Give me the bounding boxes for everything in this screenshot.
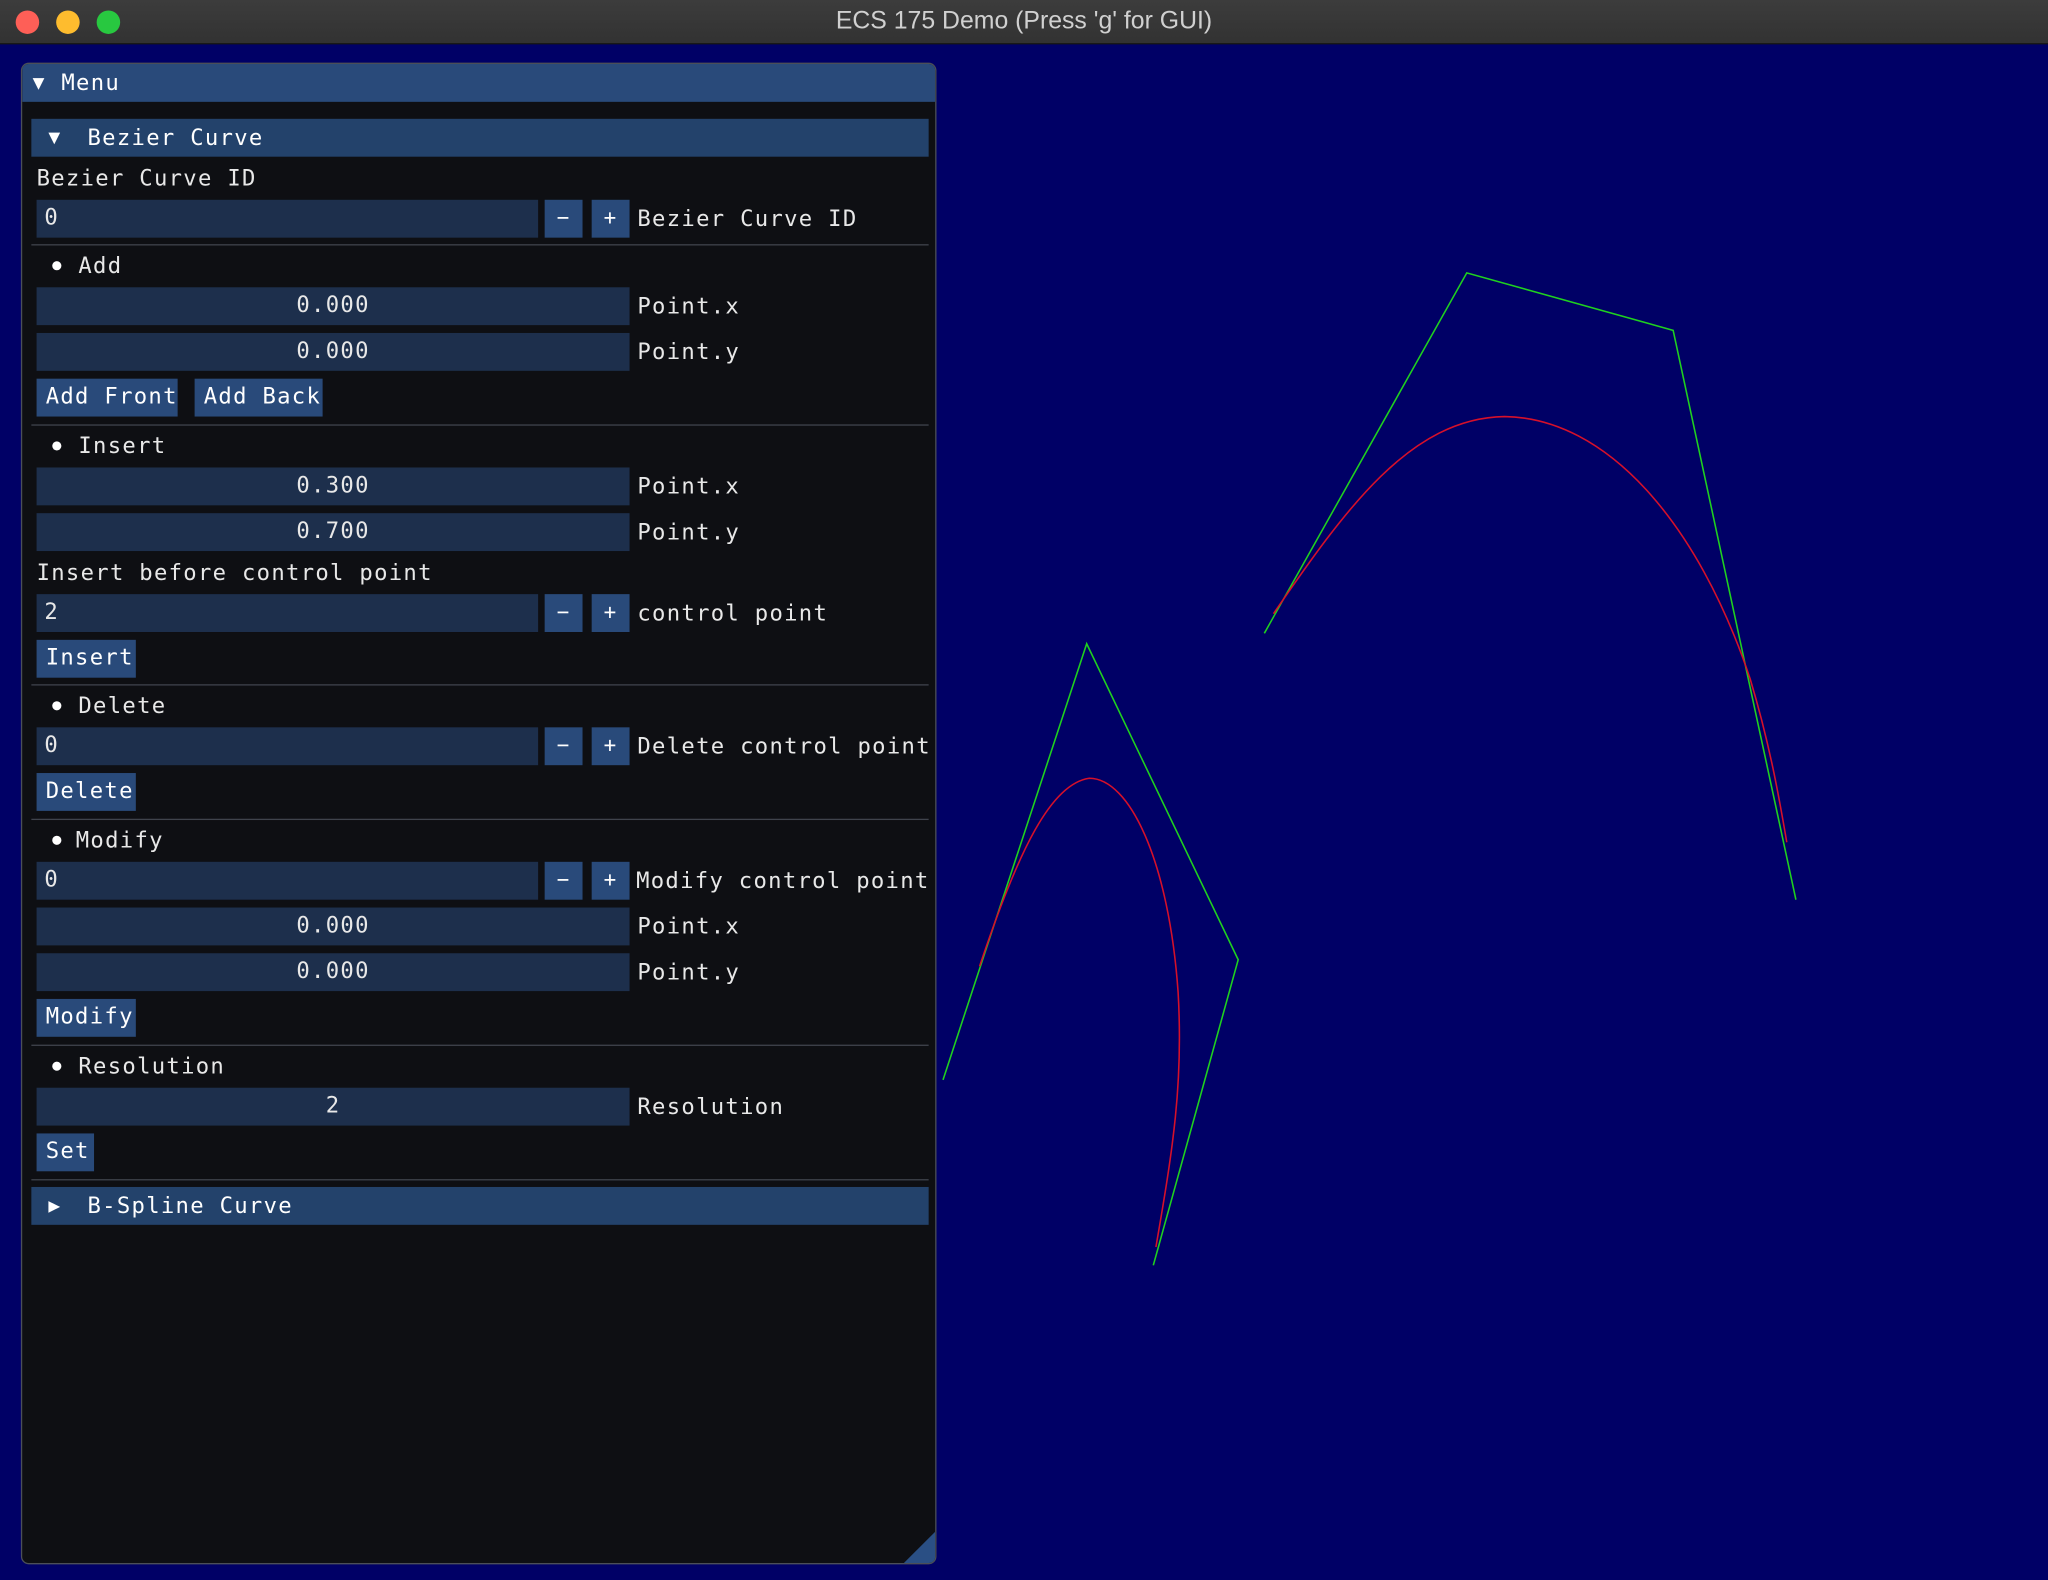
delete-cp-increment-button[interactable]: + [591, 727, 630, 766]
menu-title-bar[interactable]: ▼ Menu [22, 63, 936, 102]
control-polygon-1 [942, 641, 1240, 1266]
modify-control-point-label: Modify control point [636, 868, 930, 895]
resolution-label: Resolution [637, 1094, 785, 1121]
delete-button[interactable]: Delete [36, 773, 136, 811]
resolution-heading: Resolution [78, 1053, 226, 1080]
separator [31, 1179, 929, 1181]
window-title: ECS 175 Demo (Press 'g' for GUI) [835, 7, 1213, 36]
bezier-id-input[interactable]: 0 [36, 199, 539, 238]
separator [31, 1044, 929, 1046]
bezier-id-label: Bezier Curve ID [36, 165, 257, 192]
modify-cp-increment-button[interactable]: + [591, 861, 630, 900]
add-point-x-label: Point.x [637, 293, 741, 320]
menu-title: Menu [61, 70, 121, 97]
bezier-curve-header[interactable]: ▼ Bezier Curve [31, 118, 929, 157]
insert-before-label: Insert before control point [36, 560, 433, 587]
triangle-right-icon: ▶ [48, 1193, 62, 1217]
insert-control-point-label: control point [637, 600, 829, 627]
modify-control-point-input[interactable]: 0 [36, 861, 539, 900]
bezier-id-increment-button[interactable]: + [591, 199, 630, 238]
delete-control-point-input[interactable]: 0 [36, 727, 539, 766]
add-point-y-label: Point.y [637, 339, 741, 366]
add-point-x-input[interactable]: 0.000 [36, 287, 630, 326]
delete-control-point-label: Delete control point [637, 733, 931, 760]
modify-point-x-input[interactable]: 0.000 [36, 907, 630, 946]
separator [31, 244, 929, 246]
modify-point-y-input[interactable]: 0.000 [36, 953, 630, 992]
bezier-id-decrement-button[interactable]: − [544, 199, 583, 238]
app-window: ECS 175 Demo (Press 'g' for GUI) ▼ Menu … [0, 0, 2048, 1580]
bullet-icon [52, 261, 62, 271]
insert-point-x-input[interactable]: 0.300 [36, 467, 630, 506]
delete-heading: Delete [78, 693, 167, 720]
triangle-down-icon[interactable]: ▼ [33, 71, 46, 95]
triangle-down-icon: ▼ [48, 125, 62, 149]
delete-cp-decrement-button[interactable]: − [544, 727, 583, 766]
bezier-curve-1 [978, 777, 1181, 1248]
bullet-icon [52, 835, 62, 845]
separator [31, 684, 929, 686]
modify-button[interactable]: Modify [36, 998, 136, 1037]
control-polygon-2 [1263, 271, 1797, 900]
bullet-icon [52, 701, 62, 711]
bspline-curve-header-label: B-Spline Curve [87, 1193, 293, 1220]
add-front-button[interactable]: Add Front [36, 378, 178, 417]
separator [31, 818, 929, 821]
insert-point-y-label: Point.y [637, 519, 741, 546]
bullet-icon [52, 441, 62, 451]
resolution-input[interactable]: 2 [36, 1087, 630, 1126]
add-point-y-input[interactable]: 0.000 [36, 332, 630, 371]
insert-cp-increment-button[interactable]: + [591, 594, 630, 633]
modify-point-x-label: Point.x [637, 914, 741, 941]
set-resolution-button[interactable]: Set [36, 1133, 95, 1172]
bspline-curve-header[interactable]: ▶ B-Spline Curve [31, 1186, 929, 1225]
modify-heading: Modify [75, 827, 164, 854]
title-bar: ECS 175 Demo (Press 'g' for GUI) [0, 0, 2048, 45]
insert-point-y-input[interactable]: 0.700 [36, 513, 630, 552]
bezier-curve-header-label: Bezier Curve [87, 125, 264, 152]
menu-window: ▼ Menu ▼ Bezier Curve Bezier Curve ID 0 … [20, 62, 937, 1565]
insert-cp-decrement-button[interactable]: − [544, 594, 583, 633]
separator [31, 424, 929, 426]
bullet-icon [52, 1061, 62, 1071]
insert-heading: Insert [78, 433, 167, 460]
insert-point-x-label: Point.x [637, 474, 741, 501]
resize-grip[interactable] [903, 1531, 936, 1564]
insert-control-point-input[interactable]: 2 [36, 594, 539, 633]
modify-point-y-label: Point.y [637, 959, 741, 986]
insert-button[interactable]: Insert [36, 639, 136, 678]
add-heading: Add [78, 253, 123, 280]
modify-cp-decrement-button[interactable]: − [544, 861, 583, 900]
bezier-id-field-label: Bezier Curve ID [637, 206, 858, 233]
add-back-button[interactable]: Add Back [194, 378, 323, 417]
